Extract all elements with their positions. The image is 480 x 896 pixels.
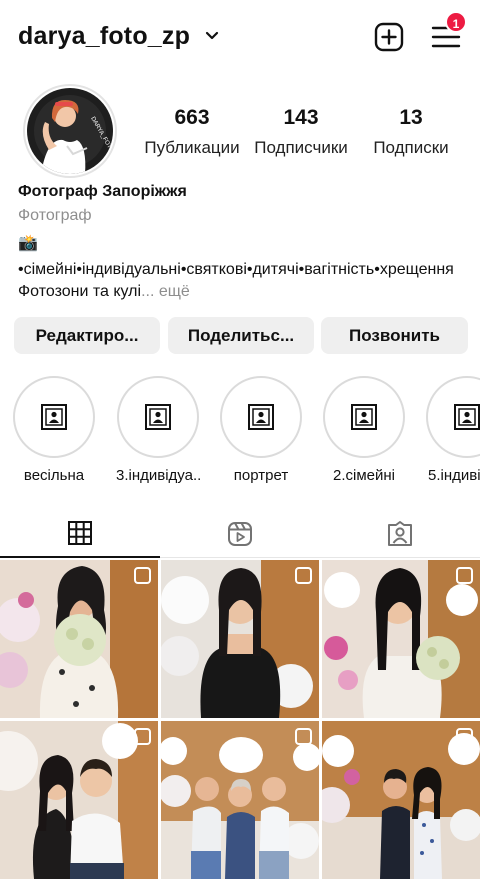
post-thumbnail[interactable] xyxy=(161,560,319,718)
profile-bio: 📸 •сімейні•індивідуальні•святкові•дитячі… xyxy=(18,235,454,278)
highlight-label: весільна xyxy=(23,467,85,484)
stat-followers-value: 143 xyxy=(283,106,319,129)
highlight-cover xyxy=(13,376,95,458)
photo-frame-icon xyxy=(454,404,480,430)
chevron-down-icon[interactable] xyxy=(204,28,220,44)
stat-posts-value: 663 xyxy=(174,106,210,129)
photo-frame-icon xyxy=(41,404,67,430)
photo-frame-icon xyxy=(248,404,274,430)
bio-truncated-text: Фотозони та кулі xyxy=(18,283,142,300)
stat-following[interactable]: 13 Подписки xyxy=(351,106,471,158)
highlight-cover xyxy=(117,376,199,458)
multiple-photos-icon xyxy=(295,567,312,584)
multiple-photos-icon xyxy=(456,728,473,745)
profile-avatar[interactable]: DARYA_FOTO_ZP xyxy=(23,84,117,178)
stat-followers-label: Подписчики xyxy=(254,138,348,157)
share-profile-button[interactable]: Поделитьс... xyxy=(168,317,314,354)
post-thumbnail[interactable] xyxy=(322,721,480,879)
tab-tagged[interactable] xyxy=(320,510,480,558)
edit-profile-button[interactable]: Редактиро... xyxy=(14,317,160,354)
stat-posts-label: Публикации xyxy=(144,138,240,157)
call-button[interactable]: Позвонить xyxy=(321,317,468,354)
profile-tabs xyxy=(0,510,480,558)
highlight-item[interactable]: портрет xyxy=(219,376,303,484)
multiple-photos-icon xyxy=(295,728,312,745)
post-thumbnail[interactable] xyxy=(0,560,158,718)
multiple-photos-icon xyxy=(456,567,473,584)
plus-square-icon[interactable] xyxy=(374,22,404,52)
highlight-item[interactable]: 3.індивідуа... xyxy=(116,376,200,484)
highlight-item[interactable]: 5.індивід xyxy=(426,376,480,484)
stat-following-label: Подписки xyxy=(373,138,449,157)
avatar-photo: DARYA_FOTO_ZP xyxy=(27,88,113,174)
highlight-label: 3.індивідуа... xyxy=(116,467,200,484)
multiple-photos-icon xyxy=(134,567,151,584)
tab-grid[interactable] xyxy=(0,510,160,558)
photo-frame-icon xyxy=(145,404,171,430)
highlight-cover xyxy=(220,376,302,458)
stat-following-value: 13 xyxy=(399,106,423,129)
reels-icon xyxy=(228,522,252,546)
tab-reels[interactable] xyxy=(160,510,320,558)
profile-name: Фотограф Запоріжжя xyxy=(18,183,187,200)
top-bar: darya_foto_zp 1 xyxy=(0,0,480,74)
highlight-label: портрет xyxy=(233,467,289,484)
profile-bio-truncated: Фотозони та кулі... ещё xyxy=(18,283,190,301)
highlight-item[interactable]: весільна xyxy=(12,376,96,484)
stat-followers[interactable]: 143 Подписчики xyxy=(241,106,361,158)
stat-posts[interactable]: 663 Публикации xyxy=(132,106,252,158)
multiple-photos-icon xyxy=(134,728,151,745)
notification-badge: 1 xyxy=(445,11,467,33)
photo-frame-icon xyxy=(351,404,377,430)
highlight-item[interactable]: 2.сімейні xyxy=(322,376,406,484)
post-thumbnail[interactable] xyxy=(322,560,480,718)
highlight-label: 5.індивід xyxy=(428,467,480,484)
highlight-cover xyxy=(426,376,480,458)
profile-category: Фотограф xyxy=(18,207,92,224)
bio-more-link[interactable]: ... ещё xyxy=(141,283,190,300)
highlight-label: 2.сімейні xyxy=(333,467,395,484)
tagged-person-icon xyxy=(388,521,412,546)
profile-username[interactable]: darya_foto_zp xyxy=(18,22,190,51)
post-thumbnail[interactable] xyxy=(0,721,158,879)
grid-icon xyxy=(68,521,92,545)
post-thumbnail[interactable] xyxy=(161,721,319,879)
highlight-cover xyxy=(323,376,405,458)
